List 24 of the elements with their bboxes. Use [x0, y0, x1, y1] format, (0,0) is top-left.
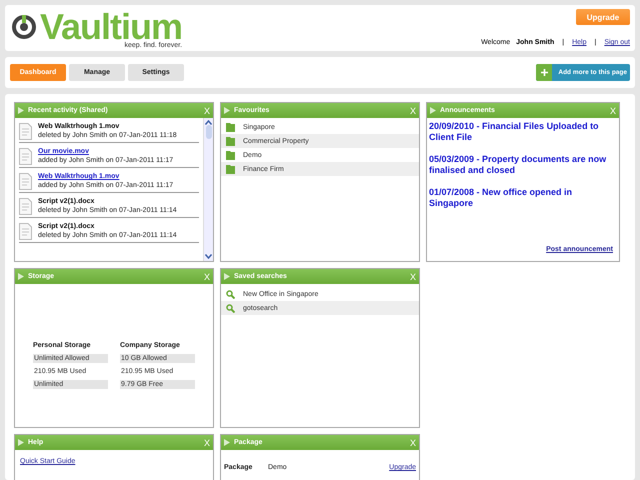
announcement-text: 01/07/2008 - New office opened in Singapore: [429, 187, 574, 209]
scrollbar[interactable]: [203, 118, 213, 261]
document-icon: [19, 173, 32, 190]
triangle-icon[interactable]: [224, 107, 230, 114]
announcement-text: 05/03/2009 - Property documents are now finalised and closed: [429, 154, 608, 176]
logo-icon: [10, 13, 38, 41]
announcement-text: 20/09/2010 - Financial Files Uploaded to Client File: [429, 121, 600, 143]
plus-icon: [540, 69, 548, 76]
search-icon: [226, 304, 235, 312]
document-icon: [19, 148, 32, 165]
triangle-icon[interactable]: [18, 107, 24, 114]
triangle-icon[interactable]: [224, 439, 230, 446]
document-icon: [19, 123, 32, 140]
chevron-down-icon[interactable]: [205, 254, 212, 259]
triangle-icon[interactable]: [224, 273, 230, 280]
search-icon: [226, 290, 235, 298]
chevron-up-icon[interactable]: [205, 120, 212, 125]
triangle-icon[interactable]: [18, 273, 24, 280]
scrollbar-thumb[interactable]: [206, 125, 212, 139]
logo-text: Vaultium: [40, 11, 182, 43]
document-icon: [19, 223, 32, 240]
triangle-icon[interactable]: [18, 439, 24, 446]
triangle-icon[interactable]: [430, 107, 436, 114]
document-icon: [19, 198, 32, 215]
